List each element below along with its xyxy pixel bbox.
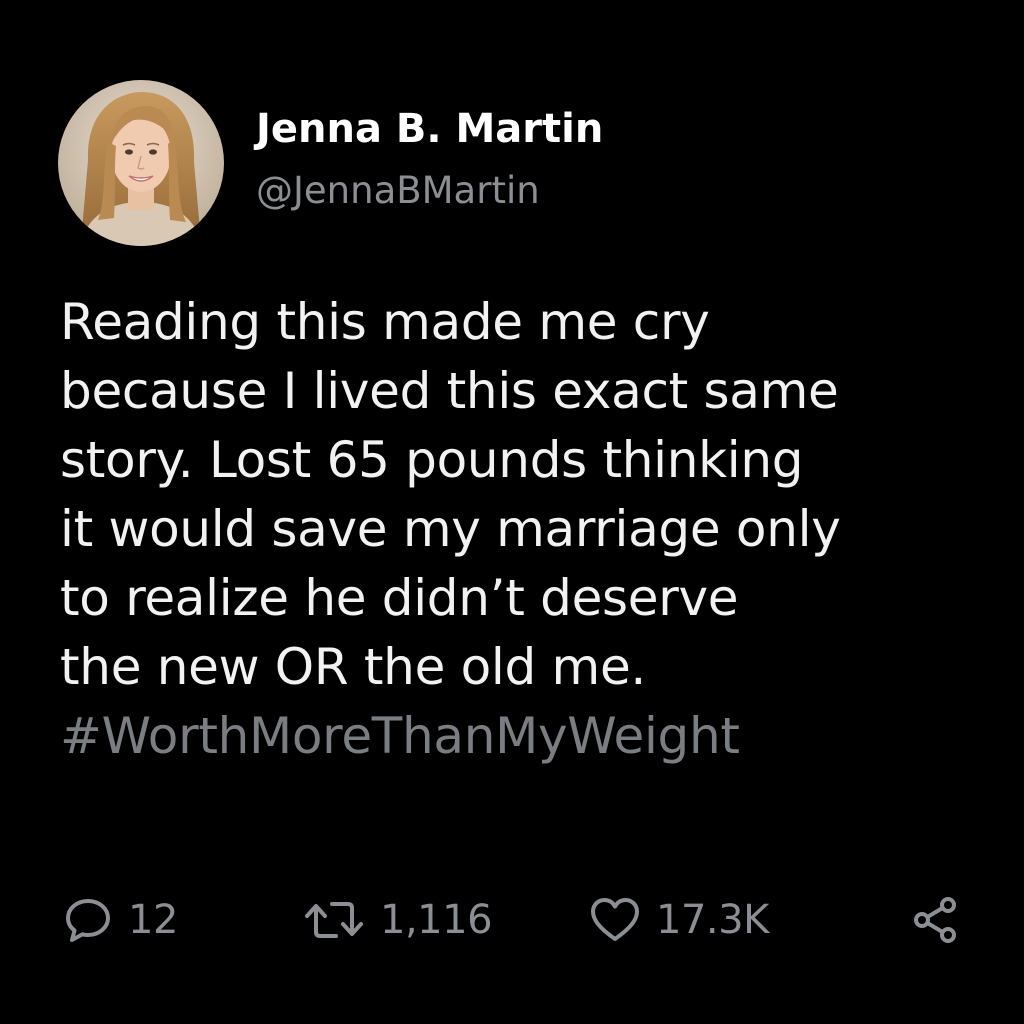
retweet-button[interactable]: 1,116 [302, 888, 493, 952]
heart-icon [591, 898, 639, 941]
like-button[interactable]: 17.3K [588, 888, 769, 952]
tweet-text-line: story. Lost 65 pounds thinking [60, 431, 804, 489]
like-count: 17.3K [656, 897, 769, 943]
share-button[interactable] [910, 888, 962, 952]
hashtag-link[interactable]: #WorthMoreThanMyWeight [60, 702, 1000, 771]
tweet-text-line: the new OR the old me. [60, 638, 647, 696]
reply-button[interactable]: 12 [62, 888, 178, 952]
tweet-header: Jenna B. Martin @JennaBMartin [58, 80, 603, 246]
retweet-count: 1,116 [380, 897, 493, 943]
tweet-text-line: because I lived this exact same [60, 362, 839, 420]
tweet-text-line: to realize he didn’t deserve [60, 569, 739, 627]
display-name[interactable]: Jenna B. Martin [256, 101, 603, 157]
tweet-text: Reading this made me cry because I lived… [60, 288, 1000, 771]
tweet-actions: 12 1,116 17.3K [0, 888, 1024, 952]
user-names: Jenna B. Martin @JennaBMartin [256, 106, 603, 219]
reply-count: 12 [128, 897, 178, 943]
retweet-icon [305, 902, 363, 938]
share-icon [914, 897, 956, 943]
user-handle[interactable]: @JennaBMartin [256, 163, 603, 219]
avatar[interactable] [58, 80, 224, 246]
reply-icon [66, 899, 110, 942]
tweet-text-line: Reading this made me cry [60, 293, 710, 351]
tweet-card: Jenna B. Martin @JennaBMartin Reading th… [0, 0, 1024, 1024]
tweet-text-line: it would save my marriage only [60, 500, 841, 558]
